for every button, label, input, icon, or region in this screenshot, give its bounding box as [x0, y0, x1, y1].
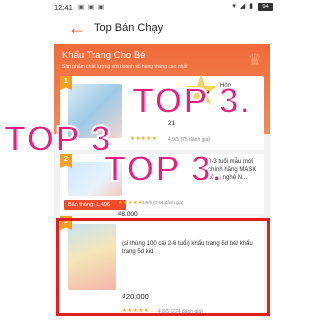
overlay-text-top3: TOP 3 — [3, 117, 112, 160]
highlight-box — [56, 218, 270, 316]
overlay-text-top3: TOP 3. — [131, 79, 251, 122]
status-bar: 12:41 ▣ ▣ ▣ ▾ ◢ ▮ 94 — [0, 0, 320, 14]
monthly-sold-badge: Bán tháng: 1,496 — [64, 200, 126, 210]
signal-icons: ▾ ◢ ▮ — [232, 3, 254, 10]
rating-stars: ★★★★★ — [130, 136, 158, 142]
product-price: ₫8.000 — [118, 211, 138, 218]
status-time: 12:41 — [54, 3, 73, 12]
banner-title: Khẩu Trang Cho Bé — [62, 50, 146, 61]
banner-subtitle: Sản phẩm chất lượng với doanh số hàng th… — [62, 64, 188, 70]
rank-badge: 1 — [60, 76, 72, 90]
rating-stars: ★★★★★ — [118, 200, 143, 206]
notification-icons: ▣ ▣ ▣ — [78, 4, 106, 11]
trophy-icon: ♛ — [247, 52, 262, 69]
page-title: Top Bán Chạy — [94, 22, 164, 34]
app-header: ← Top Bán Chạy — [54, 14, 270, 44]
battery-icon: 94 — [258, 3, 273, 11]
back-arrow-icon[interactable]: ← — [68, 18, 86, 38]
overlay-text-top3: TOP 3. — [103, 147, 223, 190]
rating-text: 4.9/5 (1,64 đánh giá) — [142, 200, 184, 205]
rating-text: 4.9/5 (75 đánh giá) — [168, 137, 210, 143]
